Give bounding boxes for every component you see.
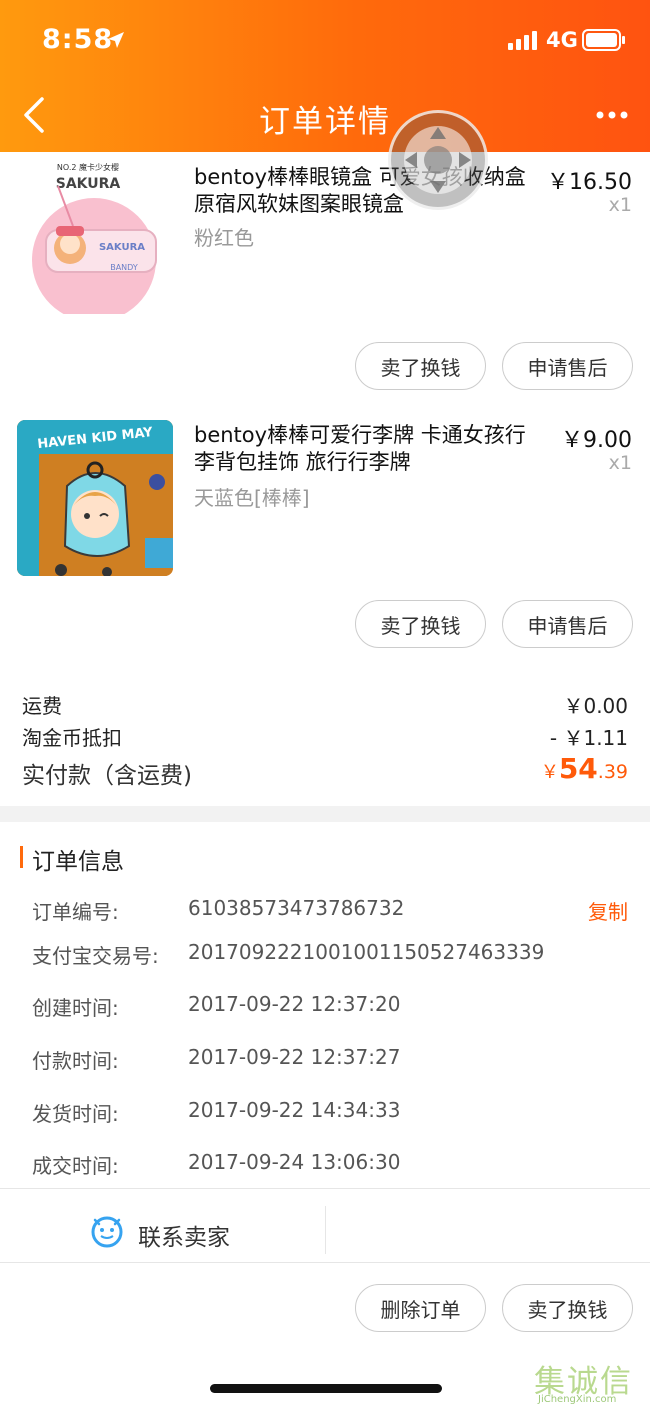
watermark-logo: 集诚信 JiChengXin.com (534, 1356, 650, 1407)
more-icon[interactable] (596, 111, 628, 119)
total-decimal: .39 (597, 761, 628, 783)
after-sale-button[interactable]: 申请售后 (502, 342, 633, 390)
product-price: ￥16.50 (547, 170, 632, 195)
section-accent-bar (20, 846, 23, 868)
alipay-number-value: 2017092221001001150527463339 (188, 940, 545, 964)
product-variant: 粉红色 (194, 226, 254, 250)
divider-line (0, 1188, 650, 1189)
page-title: 订单详情 (259, 104, 391, 140)
battery-icon (582, 29, 625, 51)
order-item[interactable]: HAVEN KID MAY bentoy棒棒可爱行李牌 卡通女孩行李背包挂饰 旅… (0, 402, 650, 662)
shipped-time-label: 发货时间: (32, 1102, 119, 1126)
home-indicator[interactable] (210, 1384, 442, 1393)
order-item[interactable]: NO.2 魔卡少女樱 SAKURA SAKURA BANDY bentoy棒棒眼… (0, 152, 650, 402)
product-name[interactable]: bentoy棒棒眼镜盒 可爱女孩收纳盒 原宿风软妹图案眼镜盒 (194, 164, 544, 218)
sell-button[interactable]: 卖了换钱 (502, 1284, 633, 1332)
status-time: 8:58 (42, 24, 114, 55)
order-number-value: 61038573473786732 (188, 896, 405, 920)
thumb-top-text: NO.2 魔卡少女樱 (57, 162, 119, 172)
delete-order-button[interactable]: 删除订单 (355, 1284, 486, 1332)
contact-seller-label: 联系卖家 (138, 1225, 230, 1251)
created-time-label: 创建时间: (32, 996, 119, 1020)
direction-pad-icon (404, 126, 472, 194)
network-type: 4G (546, 28, 578, 52)
coin-value: - ￥1.11 (549, 726, 628, 750)
total-integer: 54 (558, 752, 598, 785)
sell-button[interactable]: 卖了换钱 (355, 600, 486, 648)
shipping-row: 运费 ￥0.00 (22, 690, 628, 719)
vertical-divider (325, 1206, 326, 1254)
floating-control-button[interactable] (388, 110, 488, 210)
product-image[interactable]: NO.2 魔卡少女樱 SAKURA SAKURA BANDY (18, 156, 173, 314)
total-amount: ￥54.39 (541, 752, 628, 785)
order-number-label: 订单编号: (32, 900, 119, 924)
total-label: 实付款（含运费) (22, 763, 192, 789)
product-quantity: x1 (608, 194, 632, 216)
shipping-value: ￥0.00 (563, 694, 628, 718)
shipped-time-value: 2017-09-22 14:34:33 (188, 1098, 401, 1122)
divider-line (0, 1262, 650, 1263)
copy-button[interactable]: 复制 (588, 896, 628, 925)
contact-seller-button[interactable]: 联系卖家 (0, 1206, 325, 1260)
order-info-title: 订单信息 (32, 849, 124, 875)
product-price: ￥9.00 (561, 428, 632, 453)
svg-text:SAKURA: SAKURA (99, 242, 145, 253)
thumb-brand-text: SAKURA (56, 176, 121, 192)
completed-time-value: 2017-09-24 13:06:30 (188, 1150, 401, 1174)
coin-label: 淘金币抵扣 (22, 726, 122, 750)
chat-face-icon (91, 1216, 123, 1248)
thumb-label-text: BANDY (110, 263, 138, 272)
completed-time-label: 成交时间: (32, 1154, 119, 1178)
shipping-label: 运费 (22, 694, 62, 718)
watermark-url: JiChengXin.com (538, 1394, 617, 1405)
product-quantity: x1 (608, 452, 632, 474)
alipay-number-label: 支付宝交易号: (32, 944, 159, 968)
product-name[interactable]: bentoy棒棒可爱行李牌 卡通女孩行李背包挂饰 旅行行李牌 (194, 422, 544, 476)
created-time-value: 2017-09-22 12:37:20 (188, 992, 401, 1016)
section-divider (0, 806, 650, 822)
coin-deduction-row: 淘金币抵扣 - ￥1.11 (22, 722, 628, 751)
paid-time-label: 付款时间: (32, 1049, 119, 1073)
header: 8:58 4G 订单详情 (0, 0, 650, 152)
product-image[interactable]: HAVEN KID MAY (17, 420, 173, 576)
total-currency: ￥ (540, 762, 559, 783)
location-arrow-icon (108, 32, 124, 48)
paid-time-value: 2017-09-22 12:37:27 (188, 1045, 401, 1069)
after-sale-button[interactable]: 申请售后 (502, 600, 633, 648)
product-variant: 天蓝色[棒棒] (194, 486, 310, 510)
signal-icon (508, 31, 537, 50)
sell-button[interactable]: 卖了换钱 (355, 342, 486, 390)
